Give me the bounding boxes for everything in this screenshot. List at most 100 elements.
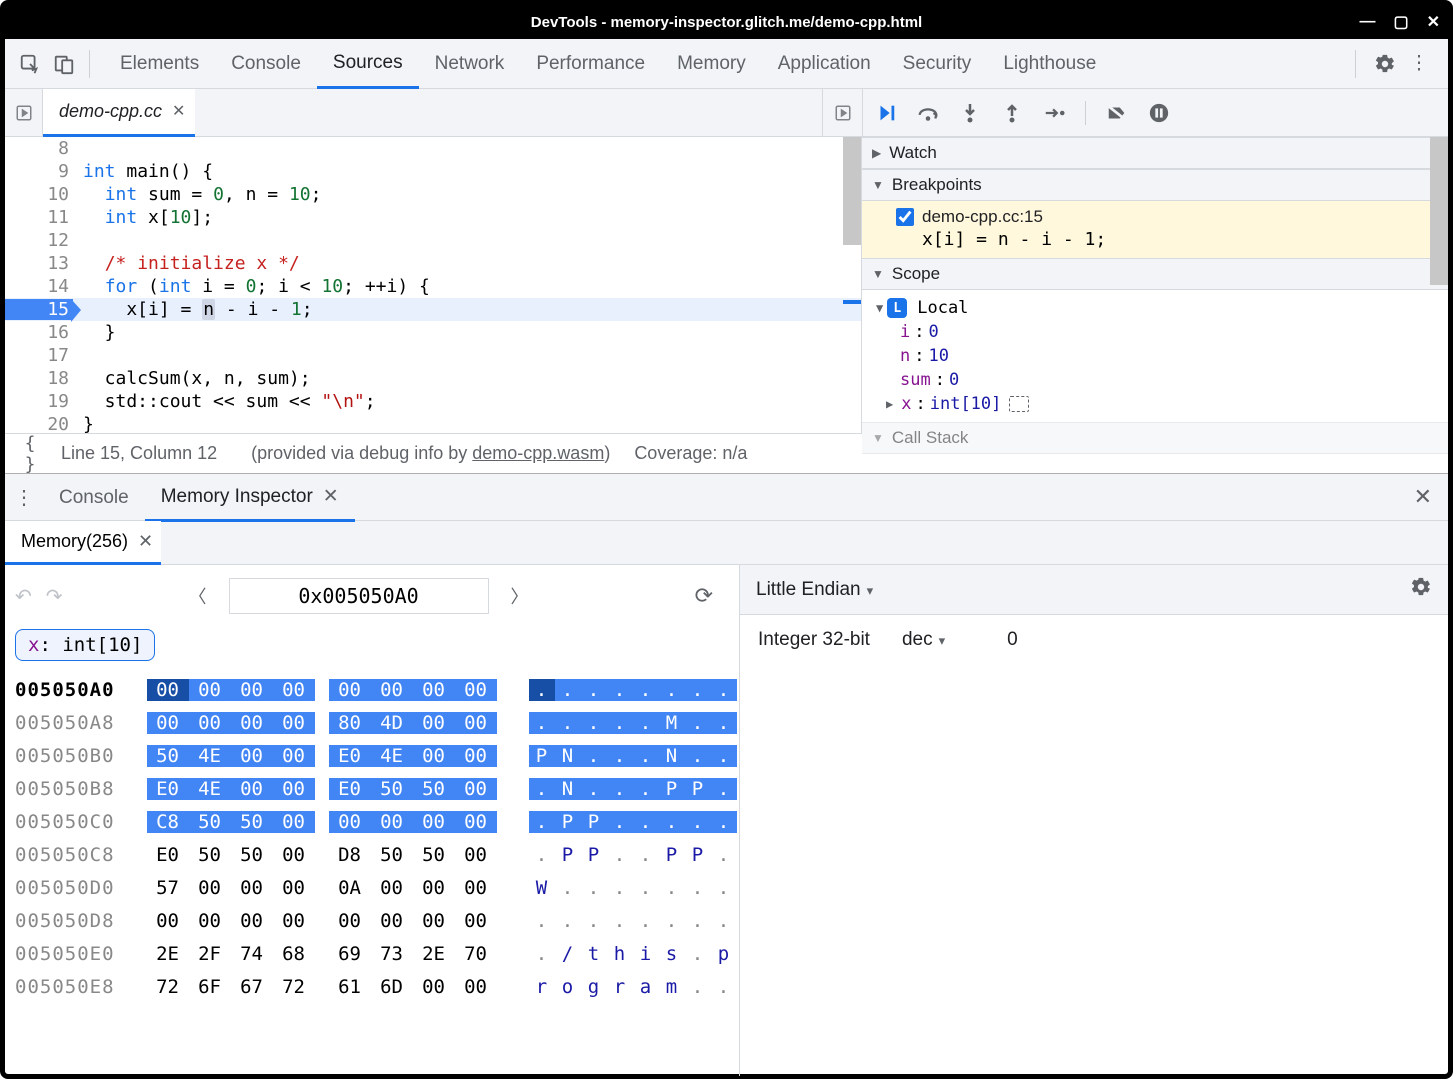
panel-tab-application[interactable]: Application [762,39,887,89]
endianness-dropdown[interactable]: Little Endian▾ [756,579,873,601]
reveal-in-memory-icon[interactable] [1009,396,1029,412]
window-titlebar: DevTools - memory-inspector.glitch.me/de… [5,5,1448,39]
step-into-icon[interactable] [959,102,981,124]
address-input[interactable]: 0x005050A0 [229,578,489,614]
watch-section-header[interactable]: ▶Watch [862,137,1448,169]
debugger-controls [862,89,1448,136]
code-line[interactable]: 14 for (int i = 0; i < 10; ++i) { [5,275,861,298]
source-file-tab[interactable]: demo-cpp.cc ✕ [43,89,195,137]
code-line[interactable]: 10 int sum = 0, n = 10; [5,183,861,206]
breakpoint-entry[interactable]: demo-cpp.cc:15 x[i] = n - i - 1; [862,201,1448,258]
code-line[interactable]: 19 std::cout << sum << "\n"; [5,390,861,413]
wasm-link[interactable]: demo-cpp.wasm [472,443,604,463]
breakpoint-checkbox[interactable] [896,208,914,226]
minimize-icon[interactable]: — [1359,13,1375,31]
hex-row[interactable]: 005050D0570000000A000000W....... [15,871,729,904]
close-drawer-tab-icon[interactable]: ✕ [323,485,339,508]
code-scrollbar[interactable] [843,137,861,433]
code-line[interactable]: 8 [5,137,861,160]
panel-tab-elements[interactable]: Elements [104,39,215,89]
panel-tab-sources[interactable]: Sources [317,39,419,89]
drawer-tab-console[interactable]: Console [43,474,145,522]
hex-row[interactable]: 005050E8726F6772616D0000rogram.. [15,970,729,1003]
maximize-icon[interactable]: ▢ [1393,12,1408,32]
source-file-name: demo-cpp.cc [59,101,162,122]
undo-icon[interactable]: ↶ [15,584,32,609]
pretty-print-icon[interactable]: { } [15,433,45,475]
drawer-tabbar: ⋮ ConsoleMemory Inspector✕ ✕ [5,473,1448,521]
panel-tab-security[interactable]: Security [887,39,988,89]
code-line[interactable]: 20} [5,413,861,433]
code-line[interactable]: 9int main() { [5,160,861,183]
navigator-toggle-icon[interactable] [5,89,43,137]
code-line[interactable]: 12 [5,229,861,252]
kebab-menu-icon[interactable]: ⋮ [1404,49,1434,79]
hex-table[interactable]: 005050A00000000000000000........005050A8… [15,673,729,1003]
code-line[interactable]: 16 } [5,321,861,344]
drawer-tab-memory-inspector[interactable]: Memory Inspector✕ [145,474,355,522]
code-line[interactable]: 17 [5,344,861,367]
value-type-label: Integer 32-bit [758,629,870,651]
panel-tab-console[interactable]: Console [215,39,317,89]
memory-left-panel: ↶ ↷ 〈 0x005050A0 〉 ⟳ x: int[10] 005050A0… [5,565,740,1076]
callstack-section-header[interactable]: ▼Call Stack [862,422,1448,454]
close-tab-icon[interactable]: ✕ [172,101,185,121]
hex-row[interactable]: 005050C0C850500000000000.PP..... [15,805,729,838]
memory-right-panel: Little Endian▾ Integer 32-bit dec▾ 0 [740,565,1448,1076]
inspect-icon[interactable] [15,49,45,79]
settings-gear-icon[interactable] [1370,49,1400,79]
coverage-label: Coverage: n/a [634,443,747,464]
run-snippet-icon[interactable] [822,89,862,137]
memory-tab[interactable]: Memory(256)✕ [5,521,161,565]
hex-row[interactable]: 005050A00000000000000000........ [15,673,729,706]
scope-var[interactable]: ▶x: int[10] [862,392,1448,416]
hex-row[interactable]: 005050B0504E0000E04E0000PN...N.. [15,739,729,772]
step-icon[interactable] [1043,102,1065,124]
panel-tab-network[interactable]: Network [419,39,521,89]
hex-row[interactable]: 005050A800000000804D0000.....M.. [15,706,729,739]
panel-tab-lighthouse[interactable]: Lighthouse [987,39,1112,89]
scope-local-header[interactable]: ▼LLocal [862,296,1448,320]
scope-var[interactable]: n: 10 [862,344,1448,368]
close-memtab-icon[interactable]: ✕ [138,531,153,552]
pause-on-exceptions-icon[interactable] [1148,102,1170,124]
code-editor[interactable]: 89int main() {10 int sum = 0, n = 10;11 … [5,137,862,433]
step-over-icon[interactable] [917,102,939,124]
hex-row[interactable]: 005050E02E2F746869732E70./this.p [15,937,729,970]
deactivate-breakpoints-icon[interactable] [1106,102,1128,124]
resume-icon[interactable] [875,102,897,124]
devtools-toolbar: ElementsConsoleSourcesNetworkPerformance… [5,39,1448,89]
drawer-menu-icon[interactable]: ⋮ [5,485,43,510]
code-line[interactable]: 13 /* initialize x */ [5,252,861,275]
next-page-icon[interactable]: 〉 [503,583,537,609]
panel-tab-performance[interactable]: Performance [520,39,661,89]
memory-settings-icon[interactable] [1410,576,1432,604]
breakpoints-section-header[interactable]: ▼Breakpoints [862,169,1448,201]
code-line[interactable]: 15 x[i] = n - i - 1; [5,298,861,321]
scope-section-header[interactable]: ▼Scope [862,258,1448,290]
object-chip[interactable]: x: int[10] [15,629,155,661]
device-toggle-icon[interactable] [49,49,79,79]
code-line[interactable]: 18 calcSum(x, n, sum); [5,367,861,390]
hex-row[interactable]: 005050C8E0505000D8505000.PP..PP. [15,838,729,871]
cursor-position: Line 15, Column 12 [61,443,217,464]
scope-var[interactable]: sum: 0 [862,368,1448,392]
scope-var[interactable]: i: 0 [862,320,1448,344]
close-icon[interactable]: ✕ [1427,12,1440,32]
hex-row[interactable]: 005050B8E04E0000E0505000.N...PP. [15,772,729,805]
value-display: 0 [1007,629,1018,651]
code-line[interactable]: 11 int x[10]; [5,206,861,229]
memory-tabs: Memory(256)✕ [5,521,1448,565]
memory-nav: ↶ ↷ 〈 0x005050A0 〉 ⟳ [15,573,729,619]
refresh-icon[interactable]: ⟳ [695,583,713,609]
panel-tab-memory[interactable]: Memory [661,39,762,89]
editor-statusbar: { } Line 15, Column 12 (provided via deb… [5,433,862,473]
hex-row[interactable]: 005050D80000000000000000........ [15,904,729,937]
redo-icon[interactable]: ↷ [46,584,63,609]
repr-dropdown[interactable]: dec▾ [902,629,945,651]
step-out-icon[interactable] [1001,102,1023,124]
debugger-sidebar: ▶Watch ▼Breakpoints demo-cpp.cc:15 x[i] … [862,137,1448,433]
close-drawer-icon[interactable]: ✕ [1414,484,1448,510]
prev-page-icon[interactable]: 〈 [181,583,215,609]
window-title: DevTools - memory-inspector.glitch.me/de… [531,14,922,31]
